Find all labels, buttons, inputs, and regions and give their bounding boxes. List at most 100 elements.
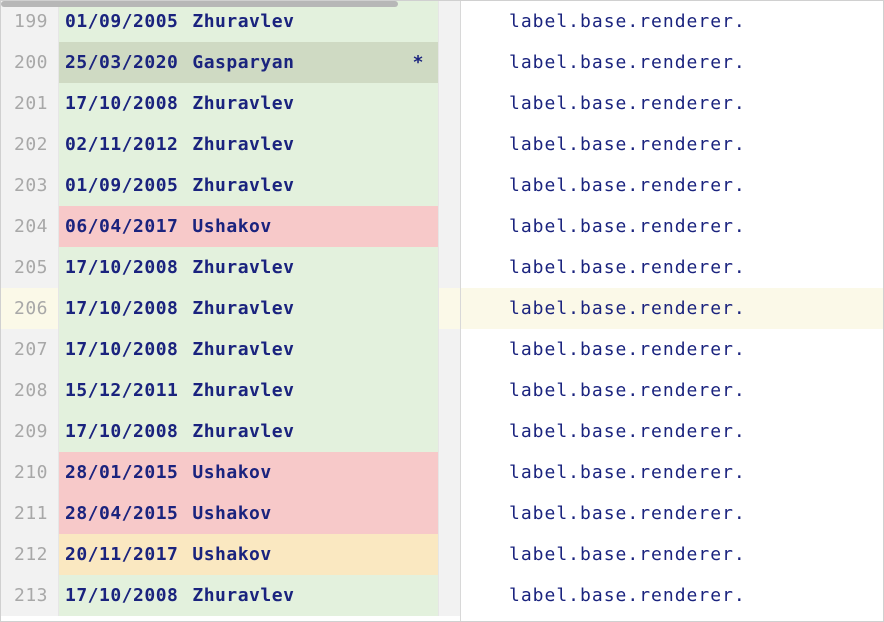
code-line[interactable]: label.base.renderer.: [461, 411, 883, 452]
blame-annotation[interactable]: 17/10/2008 Zhuravlev: [59, 329, 438, 370]
code-line[interactable]: label.base.renderer.: [461, 534, 883, 575]
line-number[interactable]: 209: [1, 411, 59, 452]
code-line[interactable]: label.base.renderer.: [461, 206, 883, 247]
blame-annotation-pane: 19901/09/2005Zhuravlev20025/03/2020Gaspa…: [1, 1, 461, 621]
horizontal-scrollbar-track[interactable]: [1, 1, 883, 7]
gutter-spacer: [438, 83, 460, 124]
blame-row[interactable]: 20406/04/2017Ushakov: [1, 206, 460, 247]
editor-viewport: 19901/09/2005Zhuravlev20025/03/2020Gaspa…: [0, 0, 884, 622]
line-number[interactable]: 212: [1, 534, 59, 575]
blame-annotation[interactable]: 01/09/2005Zhuravlev: [59, 165, 438, 206]
commit-author: Zhuravlev: [192, 83, 424, 124]
commit-author: Zhuravlev: [192, 165, 424, 206]
blame-row[interactable]: 21128/04/2015Ushakov: [1, 493, 460, 534]
line-number[interactable]: 203: [1, 165, 59, 206]
code-line[interactable]: label.base.renderer.: [461, 1, 883, 42]
commit-author: Ushakov: [192, 534, 424, 575]
line-number[interactable]: 202: [1, 124, 59, 165]
code-line[interactable]: label.base.renderer.: [461, 288, 883, 329]
blame-row[interactable]: 20917/10/2008 Zhuravlev: [1, 411, 460, 452]
local-change-marker: *: [413, 42, 432, 83]
blame-row[interactable]: 20617/10/2008 Zhuravlev: [1, 288, 460, 329]
line-number[interactable]: 211: [1, 493, 59, 534]
line-number[interactable]: 210: [1, 452, 59, 493]
code-line[interactable]: label.base.renderer.: [461, 493, 883, 534]
gutter-spacer: [438, 370, 460, 411]
blame-annotation[interactable]: 20/11/2017 Ushakov: [59, 534, 438, 575]
blame-row[interactable]: 19901/09/2005 Zhuravlev: [1, 1, 460, 42]
blame-row[interactable]: 20517/10/2008Zhuravlev: [1, 247, 460, 288]
commit-date: 28/01/2015: [65, 452, 178, 493]
line-number[interactable]: 204: [1, 206, 59, 247]
code-line[interactable]: label.base.renderer.: [461, 452, 883, 493]
line-number[interactable]: 200: [1, 42, 59, 83]
blame-row[interactable]: 20815/12/2011Zhuravlev: [1, 370, 460, 411]
gutter-spacer: [438, 165, 460, 206]
commit-date: 17/10/2008: [65, 329, 178, 370]
commit-date: 17/10/2008: [65, 83, 178, 124]
commit-date: 17/10/2008: [65, 288, 178, 329]
line-number[interactable]: 201: [1, 83, 59, 124]
code-line[interactable]: label.base.renderer.: [461, 329, 883, 370]
blame-row[interactable]: 20117/10/2008 Zhuravlev: [1, 83, 460, 124]
blame-row[interactable]: 20717/10/2008 Zhuravlev: [1, 329, 460, 370]
commit-date: 20/11/2017: [65, 534, 178, 575]
gutter-spacer: [438, 411, 460, 452]
blame-annotation[interactable]: 17/10/2008Zhuravlev: [59, 247, 438, 288]
gutter-spacer: [438, 1, 460, 42]
code-line[interactable]: label.base.renderer.: [461, 42, 883, 83]
blame-annotation[interactable]: 28/01/2015 Ushakov: [59, 452, 438, 493]
blame-annotation[interactable]: 17/10/2008 Zhuravlev: [59, 411, 438, 452]
blame-annotation[interactable]: 01/09/2005 Zhuravlev: [59, 1, 438, 42]
commit-date: 02/11/2012: [65, 124, 178, 165]
commit-date: 28/04/2015: [65, 493, 178, 534]
commit-author: Zhuravlev: [192, 370, 424, 411]
blame-annotation[interactable]: 17/10/2008 Zhuravlev: [59, 575, 438, 616]
blame-row[interactable]: 21028/01/2015 Ushakov: [1, 452, 460, 493]
commit-author: Zhuravlev: [192, 247, 424, 288]
blame-annotation[interactable]: 17/10/2008 Zhuravlev: [59, 288, 438, 329]
blame-row[interactable]: 21220/11/2017 Ushakov: [1, 534, 460, 575]
line-number[interactable]: 208: [1, 370, 59, 411]
commit-date: 17/10/2008: [65, 575, 178, 616]
code-line[interactable]: label.base.renderer.: [461, 124, 883, 165]
blame-row[interactable]: 21317/10/2008 Zhuravlev: [1, 575, 460, 616]
code-line[interactable]: label.base.renderer.: [461, 575, 883, 616]
commit-date: 17/10/2008: [65, 411, 178, 452]
commit-author: Zhuravlev: [192, 411, 424, 452]
gutter-spacer: [438, 288, 460, 329]
line-number[interactable]: 207: [1, 329, 59, 370]
line-number[interactable]: 206: [1, 288, 59, 329]
code-pane: label.base.renderer.label.base.renderer.…: [461, 1, 883, 621]
blame-row[interactable]: 20025/03/2020Gasparyan*: [1, 42, 460, 83]
gutter-spacer: [438, 329, 460, 370]
code-line[interactable]: label.base.renderer.: [461, 370, 883, 411]
commit-date: 25/03/2020: [65, 42, 178, 83]
commit-author: Zhuravlev: [192, 575, 424, 616]
gutter-spacer: [438, 247, 460, 288]
blame-annotation[interactable]: 02/11/2012 Zhuravlev: [59, 124, 438, 165]
gutter-spacer: [438, 534, 460, 575]
blame-row[interactable]: 20202/11/2012 Zhuravlev: [1, 124, 460, 165]
commit-author: Zhuravlev: [192, 288, 424, 329]
blame-annotation[interactable]: 15/12/2011Zhuravlev: [59, 370, 438, 411]
commit-author: Ushakov: [192, 452, 424, 493]
line-number[interactable]: 213: [1, 575, 59, 616]
gutter-spacer: [438, 575, 460, 616]
horizontal-scrollbar-thumb[interactable]: [1, 1, 398, 7]
blame-row[interactable]: 20301/09/2005Zhuravlev: [1, 165, 460, 206]
commit-author: Zhuravlev: [192, 1, 424, 42]
code-line[interactable]: label.base.renderer.: [461, 247, 883, 288]
commit-author: Zhuravlev: [192, 124, 424, 165]
blame-annotation[interactable]: 28/04/2015Ushakov: [59, 493, 438, 534]
line-number[interactable]: 199: [1, 1, 59, 42]
line-number[interactable]: 205: [1, 247, 59, 288]
gutter-spacer: [438, 206, 460, 247]
blame-annotation[interactable]: 17/10/2008 Zhuravlev: [59, 83, 438, 124]
commit-date: 01/09/2005: [65, 1, 178, 42]
blame-annotation[interactable]: 25/03/2020Gasparyan*: [59, 42, 438, 83]
blame-annotation[interactable]: 06/04/2017Ushakov: [59, 206, 438, 247]
code-line[interactable]: label.base.renderer.: [461, 83, 883, 124]
code-line[interactable]: label.base.renderer.: [461, 165, 883, 206]
commit-author: Zhuravlev: [192, 329, 424, 370]
